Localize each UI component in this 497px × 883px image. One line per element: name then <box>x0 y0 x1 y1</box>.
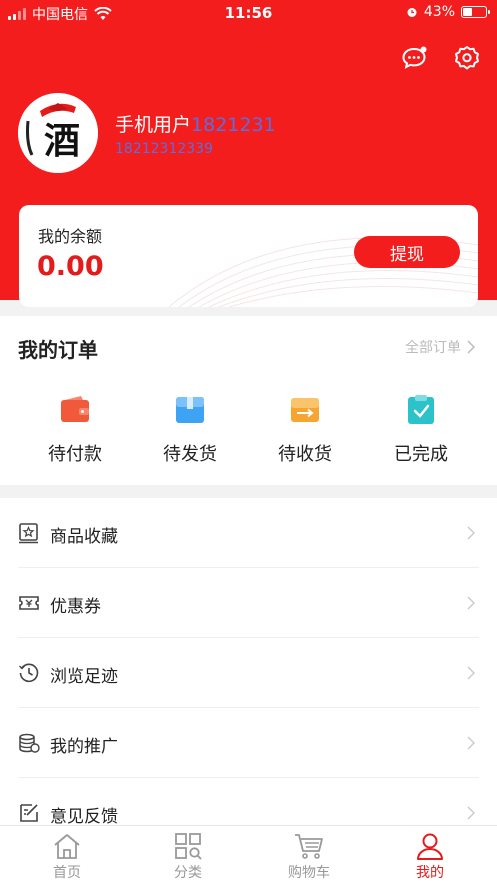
menu-item-history[interactable]: 浏览足迹 <box>0 638 497 708</box>
all-orders-link[interactable]: 全部订单 <box>405 337 475 357</box>
chevron-right-icon <box>467 596 475 610</box>
menu-item-favorites[interactable]: 商品收藏 <box>0 498 497 568</box>
tab-label: 首页 <box>53 865 81 881</box>
orders-section: 我的订单 全部订单 待付款 待发货 待收货 已完成 <box>0 316 497 485</box>
menu-label: 我的推广 <box>50 737 118 757</box>
menu-label: 优惠券 <box>50 597 101 617</box>
balance-value: 0.00 <box>37 251 104 282</box>
check-clipboard-icon <box>408 395 434 424</box>
battery-percent: 43% <box>423 4 455 20</box>
message-icon[interactable] <box>400 44 428 72</box>
menu-item-promotion[interactable]: 我的推广 <box>0 708 497 778</box>
all-orders-label: 全部订单 <box>405 340 461 356</box>
avatar[interactable]: 酒 <box>18 93 98 173</box>
tab-label: 购物车 <box>288 865 330 881</box>
avatar-logo: 酒 <box>18 93 98 173</box>
wallet-icon <box>61 396 89 422</box>
tab-category[interactable]: 分类 <box>126 826 250 883</box>
menu-label: 浏览足迹 <box>50 667 118 687</box>
order-pending-payment[interactable]: 待付款 <box>20 394 130 466</box>
menu-list: 商品收藏 优惠券 浏览足迹 我的推广 意见反馈 <box>0 498 497 828</box>
delivery-icon <box>291 398 319 422</box>
status-right: 43% <box>406 4 490 20</box>
user-name: 手机用户1821231 <box>115 110 276 137</box>
chevron-right-icon <box>467 666 475 680</box>
box-icon <box>176 397 204 423</box>
chevron-right-icon <box>467 806 475 820</box>
tab-me[interactable]: 我的 <box>368 826 492 883</box>
tab-bar: 首页 分类 购物车 我的 <box>0 825 497 883</box>
promotion-icon <box>19 733 40 753</box>
cart-icon <box>295 834 323 859</box>
order-pending-shipment[interactable]: 待发货 <box>135 394 245 466</box>
withdraw-button[interactable]: 提现 <box>354 236 460 268</box>
order-label: 待收货 <box>278 444 332 465</box>
status-bar: 中国电信 11:56 43% <box>0 0 497 26</box>
chevron-right-icon <box>467 340 475 354</box>
chevron-right-icon <box>467 526 475 540</box>
history-icon <box>19 663 39 683</box>
settings-icon[interactable] <box>453 44 481 72</box>
order-pending-receipt[interactable]: 待收货 <box>250 394 360 466</box>
chevron-right-icon <box>467 736 475 750</box>
favorite-icon <box>19 523 38 544</box>
battery-icon <box>461 6 490 18</box>
tab-cart[interactable]: 购物车 <box>247 826 371 883</box>
menu-item-coupons[interactable]: 优惠券 <box>0 568 497 638</box>
balance-card: 我的余额 0.00 提现 <box>19 205 478 307</box>
menu-item-feedback[interactable]: 意见反馈 <box>0 778 497 828</box>
order-label: 待付款 <box>48 444 102 465</box>
tab-home[interactable]: 首页 <box>5 826 129 883</box>
menu-label: 意见反馈 <box>50 807 118 827</box>
order-completed[interactable]: 已完成 <box>366 394 476 466</box>
tab-label: 我的 <box>416 865 444 881</box>
user-id: 1821231 <box>191 114 276 136</box>
coupon-icon <box>19 596 39 610</box>
avatar-logo-text: 酒 <box>44 120 80 162</box>
order-label: 已完成 <box>394 444 448 465</box>
order-label: 待发货 <box>163 444 217 465</box>
category-icon <box>175 833 202 860</box>
balance-label: 我的余额 <box>38 227 103 246</box>
menu-label: 商品收藏 <box>50 527 118 547</box>
home-icon <box>54 834 80 859</box>
feedback-icon <box>20 804 38 822</box>
user-phone: 18212312339 <box>115 141 213 157</box>
user-nickname: 手机用户 <box>115 114 192 136</box>
orders-title: 我的订单 <box>18 338 98 362</box>
user-icon <box>417 833 443 860</box>
tab-label: 分类 <box>174 865 202 881</box>
alarm-icon <box>407 8 417 17</box>
